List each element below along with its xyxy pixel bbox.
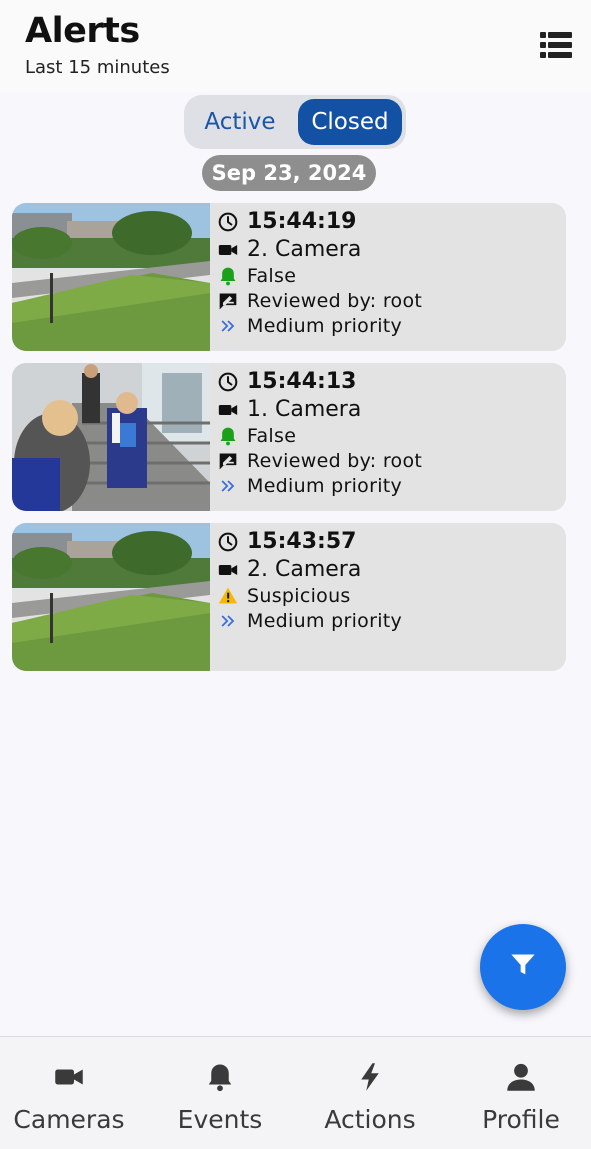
list-icon[interactable] [540, 32, 572, 58]
alert-camera: 1. Camera [247, 397, 362, 422]
alert-thumbnail [12, 523, 210, 671]
alert-state-toggle: Active Closed [184, 95, 406, 149]
double-chevron-icon [217, 315, 239, 337]
filter-icon [509, 951, 537, 983]
nav-label: Actions [324, 1105, 416, 1134]
video-camera-icon [217, 239, 239, 261]
warning-icon [217, 585, 239, 607]
date-chip: Sep 23, 2024 [202, 155, 376, 191]
double-chevron-icon [217, 610, 239, 632]
tab-closed[interactable]: Closed [298, 99, 402, 145]
alert-card[interactable]: 15:44:13 1. Camera False Reviewed by: ro… [12, 363, 566, 511]
bell-icon [204, 1061, 236, 1093]
alert-camera: 2. Camera [247, 557, 362, 582]
alert-priority: Medium priority [247, 475, 403, 497]
nav-label: Events [177, 1105, 263, 1134]
page-title: Alerts [25, 11, 140, 51]
person-icon [505, 1061, 537, 1093]
alert-thumbnail [12, 203, 210, 351]
alert-thumbnail [12, 363, 210, 511]
alert-reviewed-by: Reviewed by: root [247, 290, 423, 312]
header-bar: Alerts Last 15 minutes [0, 0, 591, 92]
alert-status: Suspicious [247, 585, 351, 607]
double-chevron-icon [217, 475, 239, 497]
nav-label: Cameras [13, 1105, 125, 1134]
alert-status: False [247, 425, 297, 447]
alert-priority: Medium priority [247, 610, 403, 632]
nav-profile[interactable]: Profile [447, 1037, 591, 1149]
nav-label: Profile [482, 1105, 560, 1134]
bell-icon [217, 425, 239, 447]
clock-icon [217, 371, 239, 393]
alert-time: 15:44:19 [247, 209, 357, 234]
alert-camera: 2. Camera [247, 237, 362, 262]
bell-icon [217, 265, 239, 287]
nav-events[interactable]: Events [146, 1037, 294, 1149]
alert-card[interactable]: 15:43:57 2. Camera Suspicious Medium pri… [12, 523, 566, 671]
alert-reviewed-by: Reviewed by: root [247, 450, 423, 472]
alert-details: 15:43:57 2. Camera Suspicious Medium pri… [217, 523, 566, 671]
video-camera-icon [53, 1061, 85, 1093]
lightning-icon [354, 1061, 386, 1093]
alert-time: 15:43:57 [247, 529, 357, 554]
alert-details: 15:44:13 1. Camera False Reviewed by: ro… [217, 363, 566, 511]
clock-icon [217, 531, 239, 553]
video-camera-icon [217, 399, 239, 421]
reviewed-icon [217, 450, 239, 472]
alert-details: 15:44:19 2. Camera False Reviewed by: ro… [217, 203, 566, 351]
alert-status: False [247, 265, 297, 287]
alert-time: 15:44:13 [247, 369, 357, 394]
time-range-label: Last 15 minutes [25, 57, 170, 78]
clock-icon [217, 211, 239, 233]
nav-cameras[interactable]: Cameras [0, 1037, 143, 1149]
reviewed-icon [217, 290, 239, 312]
alert-card[interactable]: 15:44:19 2. Camera False Reviewed by: ro… [12, 203, 566, 351]
tab-active[interactable]: Active [188, 99, 292, 145]
bottom-navigation: Cameras Events Actions Profile [0, 1036, 591, 1149]
filter-button[interactable] [480, 924, 566, 1010]
video-camera-icon [217, 559, 239, 581]
alert-priority: Medium priority [247, 315, 403, 337]
nav-actions[interactable]: Actions [296, 1037, 444, 1149]
